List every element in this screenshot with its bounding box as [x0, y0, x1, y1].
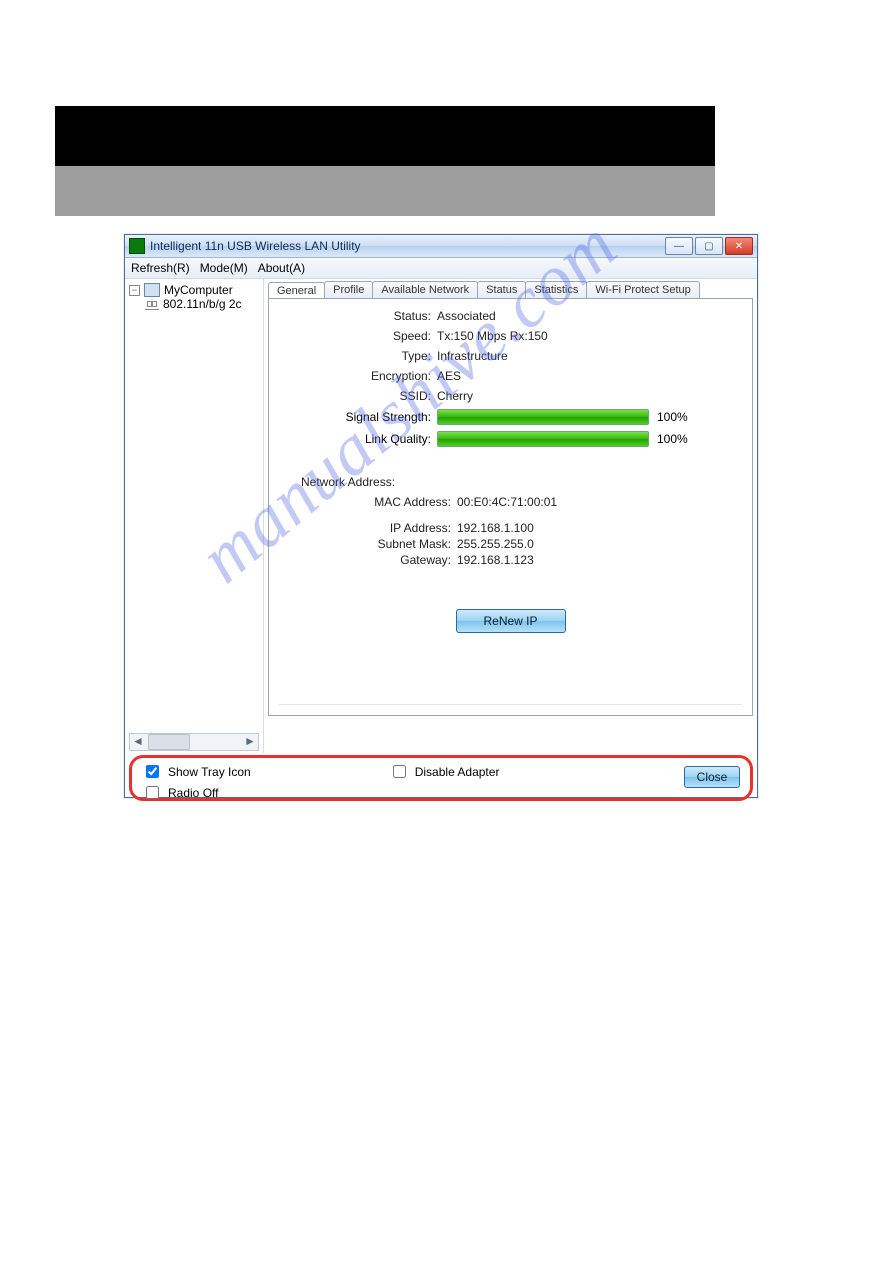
tab-status[interactable]: Status: [477, 281, 526, 298]
label-mac: MAC Address:: [281, 495, 457, 509]
maximize-button[interactable]: ▢: [695, 237, 723, 255]
adapter-icon: [145, 299, 159, 310]
label-ip: IP Address:: [281, 521, 457, 535]
tree-panel: − MyComputer 802.11n/b/g 2c ◄ ►: [125, 279, 264, 753]
close-button[interactable]: Close: [684, 766, 740, 788]
tab-statistics[interactable]: Statistics: [525, 281, 587, 298]
disable-adapter-checkbox[interactable]: Disable Adapter: [389, 762, 500, 781]
label-speed: Speed:: [281, 329, 437, 343]
scroll-right-arrow[interactable]: ►: [242, 734, 258, 750]
computer-icon: [144, 283, 160, 297]
right-panel: General Profile Available Network Status…: [264, 279, 757, 753]
bottom-options-bar: Show Tray Icon Radio Off Disable Adapter…: [129, 755, 753, 801]
menu-about[interactable]: About(A): [258, 261, 305, 275]
label-signal-strength: Signal Strength:: [281, 410, 437, 424]
show-tray-icon-input[interactable]: [146, 765, 159, 778]
value-speed: Tx:150 Mbps Rx:150: [437, 329, 740, 343]
scroll-thumb[interactable]: [148, 734, 190, 750]
signal-strength-pct: 100%: [657, 410, 688, 424]
label-gateway: Gateway:: [281, 553, 457, 567]
label-subnet: Subnet Mask:: [281, 537, 457, 551]
label-encryption: Encryption:: [281, 369, 437, 383]
label-type: Type:: [281, 349, 437, 363]
show-tray-icon-checkbox[interactable]: Show Tray Icon: [142, 762, 251, 781]
label-status: Status:: [281, 309, 437, 323]
radio-off-input[interactable]: [146, 786, 159, 799]
tab-profile[interactable]: Profile: [324, 281, 373, 298]
content-area: − MyComputer 802.11n/b/g 2c ◄ ► General …: [125, 279, 757, 753]
top-black-bar: [55, 106, 715, 166]
tab-general[interactable]: General: [268, 282, 325, 299]
app-icon: [129, 238, 145, 254]
value-gateway: 192.168.1.123: [457, 553, 534, 567]
close-window-button[interactable]: ✕: [725, 237, 753, 255]
tree-child[interactable]: 802.11n/b/g 2c: [145, 297, 259, 311]
value-subnet: 255.255.255.0: [457, 537, 534, 551]
link-quality-bar: [437, 431, 649, 447]
value-encryption: AES: [437, 369, 740, 383]
tab-available-network[interactable]: Available Network: [372, 281, 478, 298]
renew-ip-button[interactable]: ReNew IP: [456, 609, 566, 633]
tab-wifi-protect-setup[interactable]: Wi-Fi Protect Setup: [586, 281, 699, 298]
radio-off-checkbox[interactable]: Radio Off: [142, 783, 251, 802]
radio-off-label: Radio Off: [168, 786, 218, 800]
minimize-button[interactable]: —: [665, 237, 693, 255]
network-address-group-label: Network Address:: [301, 475, 740, 489]
tree-root-label: MyComputer: [164, 283, 233, 297]
signal-strength-bar: [437, 409, 649, 425]
top-gray-bar: [55, 166, 715, 216]
window-title: Intelligent 11n USB Wireless LAN Utility: [150, 239, 663, 253]
scroll-left-arrow[interactable]: ◄: [130, 734, 146, 750]
menu-mode[interactable]: Mode(M): [200, 261, 248, 275]
tree-collapse-icon[interactable]: −: [129, 285, 140, 296]
value-mac: 00:E0:4C:71:00:01: [457, 495, 557, 509]
tab-strip: General Profile Available Network Status…: [268, 281, 753, 298]
value-status: Associated: [437, 309, 740, 323]
menu-refresh[interactable]: Refresh(R): [131, 261, 190, 275]
tab-body-general: Status:Associated Speed:Tx:150 Mbps Rx:1…: [268, 298, 753, 716]
tree-root[interactable]: − MyComputer: [129, 283, 259, 297]
label-ssid: SSID:: [281, 389, 437, 403]
value-ip: 192.168.1.100: [457, 521, 534, 535]
value-ssid: Cherry: [437, 389, 740, 403]
show-tray-icon-label: Show Tray Icon: [168, 765, 251, 779]
app-window: Intelligent 11n USB Wireless LAN Utility…: [124, 234, 758, 798]
titlebar: Intelligent 11n USB Wireless LAN Utility…: [125, 235, 757, 258]
tree-horizontal-scrollbar[interactable]: ◄ ►: [129, 733, 259, 751]
disable-adapter-label: Disable Adapter: [415, 765, 500, 779]
menubar: Refresh(R) Mode(M) About(A): [125, 258, 757, 279]
tree-child-label: 802.11n/b/g 2c: [163, 297, 242, 311]
disable-adapter-input[interactable]: [393, 765, 406, 778]
link-quality-pct: 100%: [657, 432, 688, 446]
label-link-quality: Link Quality:: [281, 432, 437, 446]
separator: [279, 704, 742, 705]
value-type: Infrastructure: [437, 349, 740, 363]
